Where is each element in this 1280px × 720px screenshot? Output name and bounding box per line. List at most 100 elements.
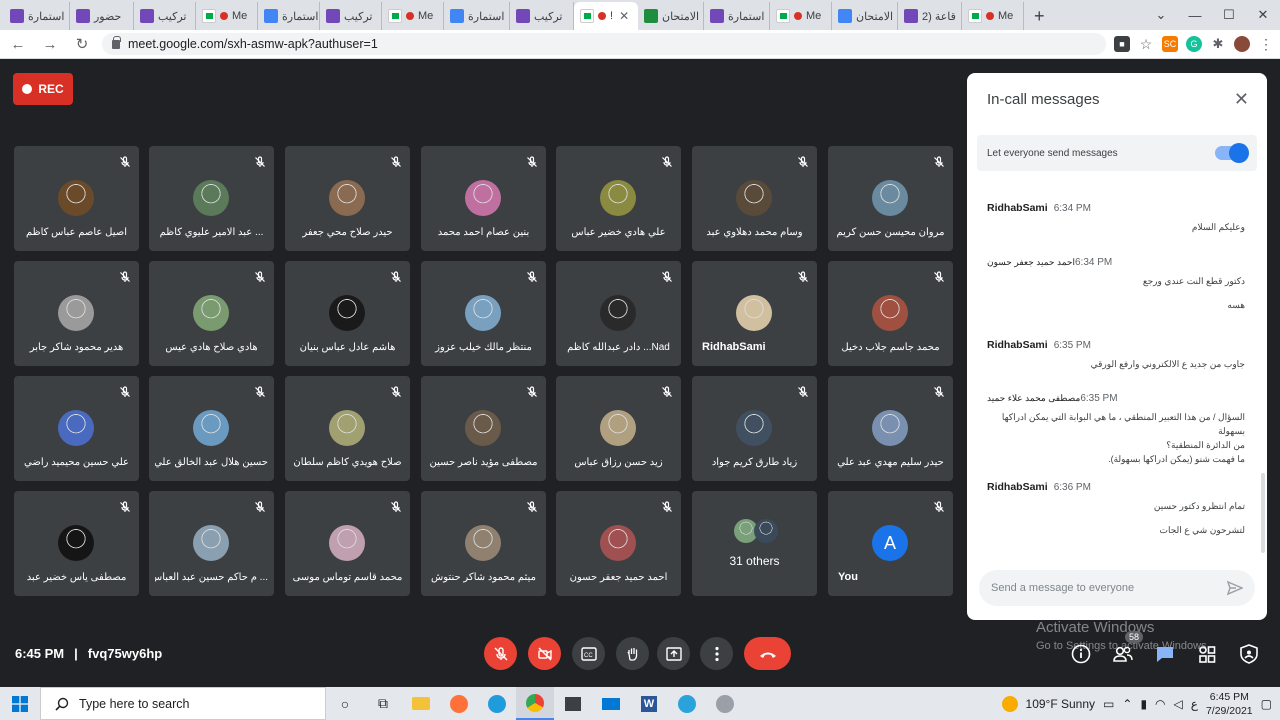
- grammarly-icon[interactable]: G: [1186, 36, 1202, 52]
- browser-tab[interactable]: استمارة: [4, 2, 70, 30]
- browser-tab[interactable]: Me: [962, 2, 1024, 30]
- browser-tab[interactable]: استمارة: [258, 2, 320, 30]
- word-icon[interactable]: W: [630, 687, 668, 720]
- others-tile[interactable]: 31 others: [692, 491, 817, 596]
- camera-permission-icon[interactable]: ■: [1114, 36, 1130, 52]
- browser-tab[interactable]: Me: [196, 2, 258, 30]
- browser-tab[interactable]: ! ✕: [574, 2, 638, 30]
- participant-tile[interactable]: RidhabSami: [692, 261, 817, 366]
- send-icon[interactable]: [1227, 580, 1243, 596]
- extension-sc-icon[interactable]: SC: [1162, 36, 1178, 52]
- participant-tile[interactable]: Nad... دادر عبدالله كاظم: [556, 261, 681, 366]
- participant-tile[interactable]: زياد طارق كريم جواد: [692, 376, 817, 481]
- weather-text[interactable]: 109°F Sunny: [1026, 697, 1096, 711]
- participant-tile[interactable]: مصطفى مؤيد ناصر حسين: [421, 376, 546, 481]
- profile-avatar[interactable]: [1234, 36, 1250, 52]
- browser-tab[interactable]: الامتحان: [638, 2, 704, 30]
- chat-icon[interactable]: [1154, 643, 1176, 665]
- leave-call-button[interactable]: [744, 637, 791, 670]
- mail-icon[interactable]: [592, 687, 630, 720]
- people-icon[interactable]: [1112, 643, 1134, 665]
- new-tab-button[interactable]: +: [1024, 2, 1055, 30]
- allow-messages-toggle[interactable]: [1215, 143, 1249, 163]
- participant-tile[interactable]: احمد حميد جعفر حسون: [556, 491, 681, 596]
- browser-tab[interactable]: الامتحان: [832, 2, 898, 30]
- address-bar[interactable]: meet.google.com/sxh-asmw-apk?authuser=1: [102, 33, 1106, 55]
- activities-icon[interactable]: [1196, 643, 1218, 665]
- participant-tile[interactable]: حيدر صلاح محي جعفر: [285, 146, 410, 251]
- close-tab-icon[interactable]: ✕: [619, 9, 629, 23]
- participant-tile[interactable]: وسام محمد دهلاوي عبد: [692, 146, 817, 251]
- input-language[interactable]: ع: [1191, 697, 1198, 711]
- telegram-icon[interactable]: [668, 687, 706, 720]
- raise-hand-button[interactable]: [616, 637, 649, 670]
- participant-tile[interactable]: ... م حاكم حسين عبد العباس: [149, 491, 274, 596]
- store-icon[interactable]: [554, 687, 592, 720]
- firefox-icon[interactable]: [440, 687, 478, 720]
- close-window-button[interactable]: ✕: [1246, 7, 1280, 23]
- browser-tab[interactable]: Me: [382, 2, 444, 30]
- network-icon[interactable]: ▭: [1103, 697, 1114, 711]
- browser-tab[interactable]: استمارة: [444, 2, 510, 30]
- browser-tab[interactable]: استمارة: [704, 2, 770, 30]
- forward-button[interactable]: →: [38, 36, 62, 53]
- participant-tile[interactable]: هدير محمود شاكر جابر: [14, 261, 139, 366]
- start-button[interactable]: [0, 687, 40, 720]
- cortana-icon[interactable]: ○: [326, 687, 364, 720]
- profile-dropdown-icon[interactable]: ⌄: [1144, 7, 1178, 23]
- taskbar-clock[interactable]: 6:45 PM 7/29/2021: [1206, 690, 1253, 718]
- app-icon[interactable]: [706, 687, 744, 720]
- browser-tab[interactable]: قاعة (2: [898, 2, 962, 30]
- file-explorer-icon[interactable]: [402, 687, 440, 720]
- participant-tile[interactable]: زيد حسن رزاق عباس: [556, 376, 681, 481]
- browser-tab[interactable]: تركيب: [134, 2, 196, 30]
- browser-tab[interactable]: تركيب: [320, 2, 382, 30]
- host-controls-icon[interactable]: [1238, 643, 1260, 665]
- taskbar-search-box[interactable]: Type here to search: [40, 687, 326, 720]
- browser-tab[interactable]: Me: [770, 2, 832, 30]
- chat-scrollbar[interactable]: [1261, 473, 1265, 553]
- captions-button[interactable]: CC: [572, 637, 605, 670]
- participant-tile[interactable]: مصطفى ياس خضير عبد: [14, 491, 139, 596]
- chevron-up-icon[interactable]: ⌃: [1122, 697, 1132, 711]
- camera-toggle-button[interactable]: [528, 637, 561, 670]
- task-view-icon[interactable]: ⧉: [364, 687, 402, 720]
- participant-tile[interactable]: علي هادي خضير عباس: [556, 146, 681, 251]
- participant-tile[interactable]: ... عبد الامير عليوي كاظم: [149, 146, 274, 251]
- browser-tab[interactable]: حضور: [70, 2, 134, 30]
- participant-tile[interactable]: هادي صلاح هادي عيس: [149, 261, 274, 366]
- participant-tile[interactable]: هاشم عادل عباس بنيان: [285, 261, 410, 366]
- participant-tile[interactable]: صلاح هويدي كاظم سلطان: [285, 376, 410, 481]
- participant-tile[interactable]: مروان محيسن حسن كريم: [828, 146, 953, 251]
- bookmark-star-icon[interactable]: ☆: [1138, 36, 1154, 52]
- participant-tile[interactable]: منتظر مالك خيلب عزوز: [421, 261, 546, 366]
- browser-menu-icon[interactable]: ⋮: [1258, 36, 1274, 52]
- reload-button[interactable]: ↻: [70, 35, 94, 53]
- participant-tile[interactable]: حسين هلال عبد الخالق علي: [149, 376, 274, 481]
- edge-icon[interactable]: [478, 687, 516, 720]
- participant-tile[interactable]: أصيل عاصم عباس كاظم: [14, 146, 139, 251]
- minimize-button[interactable]: —: [1178, 8, 1212, 23]
- present-screen-button[interactable]: [657, 637, 690, 670]
- extensions-puzzle-icon[interactable]: ✱: [1210, 36, 1226, 52]
- maximize-button[interactable]: ☐: [1212, 7, 1246, 23]
- participant-tile[interactable]: ميثم محمود شاكر حنتوش: [421, 491, 546, 596]
- more-options-button[interactable]: [700, 637, 733, 670]
- notifications-icon[interactable]: ▢: [1261, 697, 1272, 711]
- participant-tile[interactable]: محمد قاسم توماس موسى: [285, 491, 410, 596]
- wifi-icon[interactable]: ◠: [1155, 697, 1165, 711]
- participant-tile[interactable]: بنين عصام احمد محمد: [421, 146, 546, 251]
- participant-tile[interactable]: حيدر سليم مهدي عبد علي: [828, 376, 953, 481]
- chat-message-input[interactable]: Send a message to everyone: [979, 570, 1255, 606]
- back-button[interactable]: ←: [6, 36, 30, 53]
- mic-toggle-button[interactable]: [484, 637, 517, 670]
- volume-icon[interactable]: ◁: [1174, 697, 1183, 711]
- participant-tile[interactable]: محمد جاسم جلاب دخيل: [828, 261, 953, 366]
- participant-tile[interactable]: علي حسين محيميد راضي: [14, 376, 139, 481]
- browser-tab[interactable]: تركيب: [510, 2, 574, 30]
- chrome-icon[interactable]: [516, 687, 554, 720]
- microphone-icon[interactable]: ▮: [1140, 697, 1147, 711]
- close-chat-icon[interactable]: ✕: [1234, 89, 1249, 110]
- self-tile[interactable]: A You: [828, 491, 953, 596]
- meeting-details-icon[interactable]: [1070, 643, 1092, 665]
